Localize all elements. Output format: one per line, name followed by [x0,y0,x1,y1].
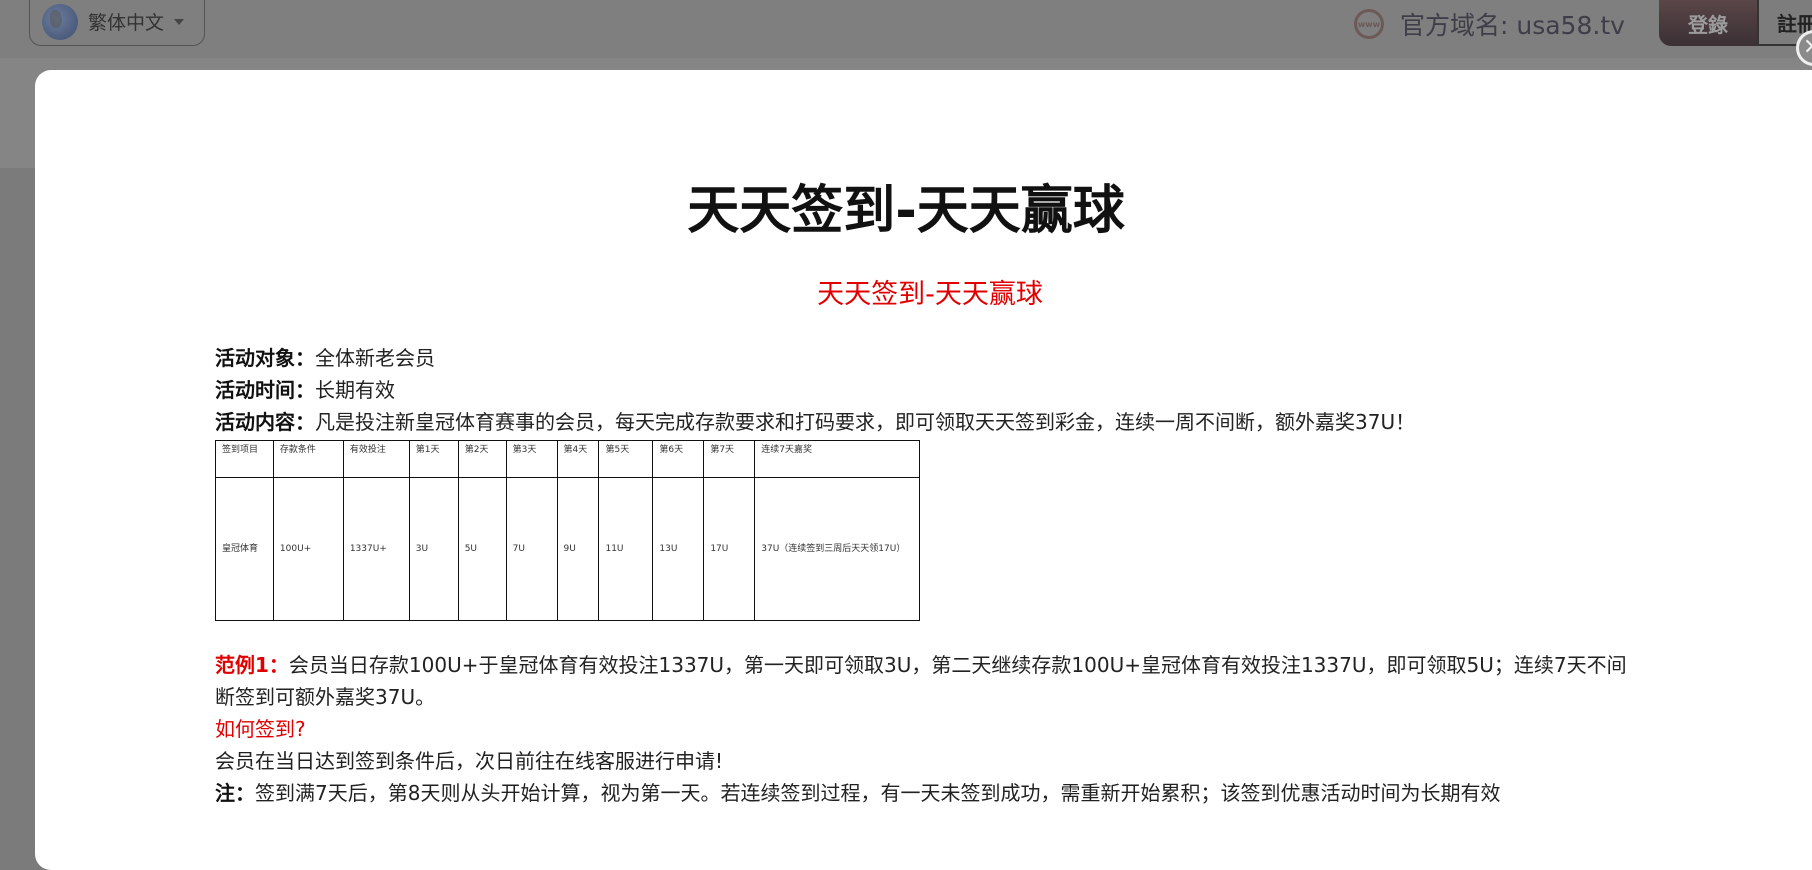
note-label: 注： [215,781,255,805]
time-line: 活动时间：长期有效 [215,374,1645,406]
table-cell: 11U [598,477,654,621]
domain-label: 官方域名: usa58.tv [1400,11,1625,40]
how-text: 会员在当日达到签到条件后，次日前往在线客服进行申请! [215,749,724,773]
table-cell: 37U（连续签到三周后天天领17U） [754,477,920,621]
table-header: 存款条件 [272,440,344,478]
official-domain: www 官方域名: usa58.tv [1354,6,1625,42]
content-line: 活动内容：凡是投注新皇冠体育赛事的会员，每天完成存款要求和打码要求，即可领取天天… [215,406,1645,438]
table-header-row: 签到项目 存款条件 有效投注 第1天 第2天 第3天 第4天 第5天 第6天 第… [215,440,920,478]
target-value: 全体新老会员 [315,346,435,370]
chevron-down-icon [174,18,185,25]
example-text: 会员当日存款100U+于皇冠体育有效投注1337U，第一天即可领取3U，第二天继… [215,653,1627,709]
table-cell: 皇冠体育 [215,477,274,621]
table-cell: 13U [652,477,705,621]
table-header: 第2天 [457,440,507,478]
globe-icon [42,3,78,40]
time-label: 活动时间： [215,378,315,402]
table-header: 签到项目 [215,440,274,478]
example-line: 范例1：会员当日存款100U+于皇冠体育有效投注1337U，第一天即可领取3U，… [215,649,1645,713]
table-header: 第7天 [703,440,756,478]
example-label: 范例1： [215,653,289,677]
table-cell: 5U [457,477,507,621]
promo-content: 活动对象：全体新老会员 活动时间：长期有效 活动内容：凡是投注新皇冠体育赛事的会… [215,342,1645,809]
reward-table: 签到项目 存款条件 有效投注 第1天 第2天 第3天 第4天 第5天 第6天 第… [215,440,920,621]
login-button[interactable]: 登錄 [1659,0,1757,46]
language-selector[interactable]: 繁体中文 [29,0,205,46]
how-title: 如何签到? [215,717,306,741]
target-label: 活动对象： [215,346,315,370]
table-row: 皇冠体育 100U+ 1337U+ 3U 5U 7U 9U 11U 13U 17… [215,477,920,621]
target-line: 活动对象：全体新老会员 [215,342,1645,374]
table-cell: 3U [408,477,459,621]
table-cell: 17U [703,477,756,621]
table-header: 第3天 [505,440,558,478]
table-cell: 100U+ [272,477,344,621]
note-line: 注：签到满7天后，第8天则从头开始计算，视为第一天。若连续签到过程，有一天未签到… [215,777,1645,809]
www-globe-icon: www [1354,9,1384,39]
content-label: 活动内容： [215,410,315,434]
table-header: 第6天 [652,440,705,478]
time-value: 长期有效 [315,378,395,402]
note-text: 签到满7天后，第8天则从头开始计算，视为第一天。若连续签到过程，有一天未签到成功… [255,781,1501,805]
table-header: 有效投注 [342,440,410,478]
table-header: 第1天 [408,440,459,478]
table-cell: 1337U+ [342,477,410,621]
promo-subtitle: 天天签到-天天赢球 [817,279,1043,310]
language-label: 繁体中文 [88,12,165,34]
table-cell: 9U [556,477,600,621]
table-header: 第5天 [598,440,654,478]
promo-title: 天天签到-天天赢球 [687,181,1125,241]
table-header: 连续7天嘉奖 [754,440,920,478]
table-cell: 7U [505,477,558,621]
content-value: 凡是投注新皇冠体育赛事的会员，每天完成存款要求和打码要求，即可领取天天签到彩金，… [315,410,1416,434]
table-header: 第4天 [556,440,600,478]
